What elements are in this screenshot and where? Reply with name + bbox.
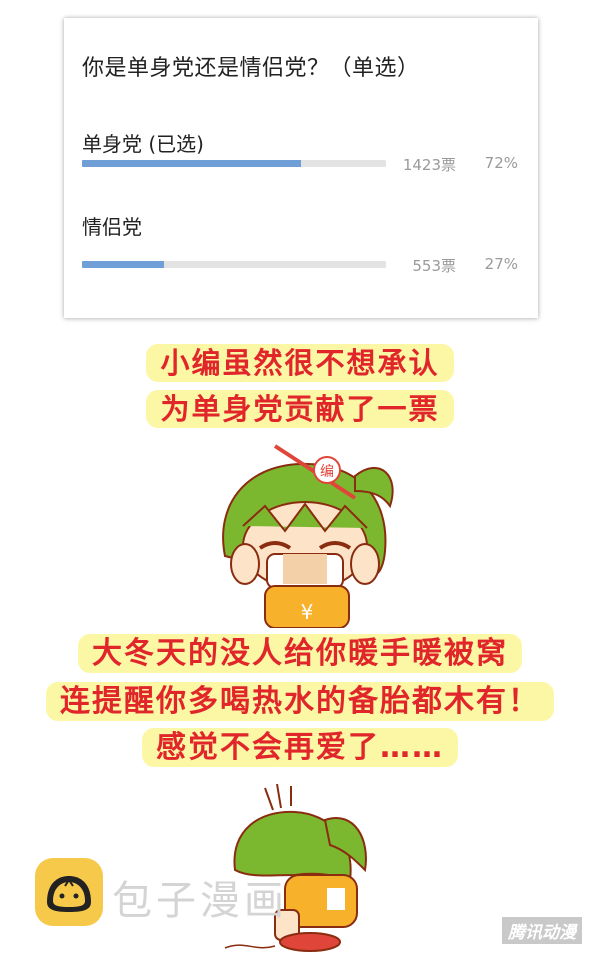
option-bar-couple: [82, 261, 386, 268]
caption-line-4: 连提醒你多喝热水的备胎都木有！: [0, 676, 600, 721]
baozi-icon: [35, 858, 103, 926]
option-label-couple[interactable]: 情侣党: [82, 211, 142, 240]
option-percent-couple: 27%: [484, 255, 518, 273]
caption-text-2: 为单身党贡献了一票: [146, 390, 454, 428]
shirt-symbol: ¥: [301, 600, 314, 624]
poll-card: 你是单身党还是情侣党？（单选） 单身党 (已选) 1423票 72% 情侣党 5…: [64, 18, 538, 318]
caption-line-3: 大冬天的没人给你暖手暖被窝: [0, 628, 600, 673]
option-votes-single: 1423票: [402, 156, 456, 174]
option-label-single[interactable]: 单身党 (已选): [82, 128, 204, 157]
caption-line-2: 为单身党贡献了一票: [0, 386, 600, 428]
poll-question: 你是单身党还是情侣党？（单选）: [82, 56, 420, 81]
option-bar-fill-couple: [82, 261, 165, 268]
crying-character-illustration: 编 ¥: [222, 444, 394, 628]
watermark-brand: 腾讯动漫: [502, 917, 582, 944]
watermark-site-name: 包子漫画: [112, 878, 288, 924]
caption-text-3: 大冬天的没人给你暖手暖被窝: [78, 634, 522, 673]
option-percent-single: 72%: [484, 154, 518, 172]
caption-text-5: 感觉不会再爱了……: [142, 728, 458, 767]
option-votes-couple: 553票: [412, 257, 456, 275]
caption-text-1: 小编虽然很不想承认: [146, 344, 454, 382]
headband-text: 编: [320, 464, 334, 480]
caption-line-1: 小编虽然很不想承认: [0, 340, 600, 382]
caption-line-5: 感觉不会再爱了……: [0, 722, 600, 767]
option-bar-fill-single: [82, 160, 301, 167]
caption-text-4: 连提醒你多喝热水的备胎都木有！: [46, 682, 554, 721]
option-bar-single: [82, 160, 386, 167]
